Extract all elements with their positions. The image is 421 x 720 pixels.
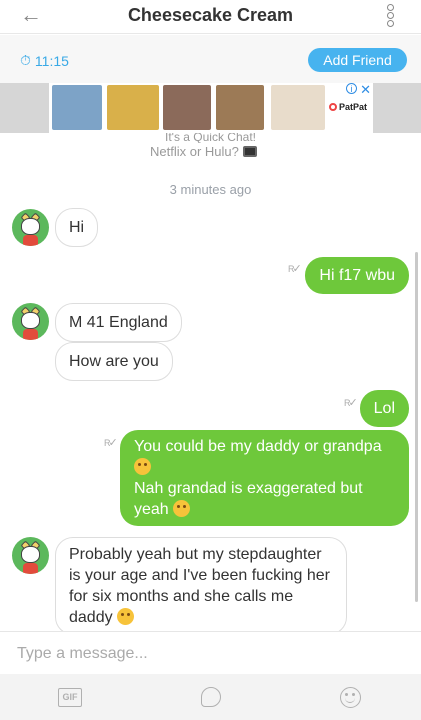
message-text: Nah grandad is exaggerated but yeah	[134, 480, 363, 518]
message-bubble-incoming: How are you	[55, 342, 173, 381]
vertical-more-icon[interactable]	[387, 4, 395, 27]
intro-question: Netflix or Hulu?	[150, 144, 257, 159]
timer-text: 11:15	[34, 52, 69, 69]
read-receipt-icon: R	[344, 396, 358, 409]
message-input[interactable]	[17, 643, 397, 665]
laughing-emoji	[173, 500, 191, 517]
ad-product-image	[271, 85, 325, 130]
read-receipt-icon: R	[104, 436, 118, 449]
message-bubble-incoming: M 41 England	[55, 303, 182, 342]
sticker-icon[interactable]	[201, 687, 221, 707]
timer-bar: ⏱ 11:15 Add Friend	[0, 35, 421, 83]
winking-emoji	[117, 608, 135, 625]
ad-product-image	[52, 85, 102, 130]
avatar[interactable]	[12, 537, 49, 574]
read-receipt-icon: R	[288, 262, 302, 275]
intro-line: It's a Quick Chat!	[165, 133, 256, 143]
message-text: You could be my daddy or grandpa	[134, 438, 382, 455]
message-composer	[0, 631, 421, 674]
chat-header: ← Cheesecake Cream	[0, 0, 421, 34]
add-friend-button[interactable]: Add Friend	[308, 48, 407, 72]
ad-brand: PatPat	[329, 102, 367, 112]
ad-banner[interactable]: PatPat i ✕	[0, 82, 421, 133]
message-text: Probably yeah but my stepdaughter is you…	[69, 546, 330, 626]
message-bubble-outgoing: Lol	[359, 390, 409, 427]
close-icon[interactable]: ✕	[360, 82, 371, 98]
tv-icon	[242, 146, 257, 157]
message-bubble-outgoing: Hi f17 wbu	[305, 257, 409, 294]
ad-product-image	[216, 85, 264, 130]
timestamp: 3 minutes ago	[169, 182, 252, 197]
stopwatch-icon: ⏱	[20, 52, 31, 68]
chat-timer: ⏱ 11:15	[20, 52, 69, 69]
info-icon[interactable]: i	[346, 83, 357, 94]
message-bubble-incoming: Hi	[55, 208, 99, 247]
gif-button[interactable]: GIF	[58, 688, 82, 707]
scrollbar[interactable]	[415, 252, 418, 602]
ad-product-image	[163, 85, 211, 130]
patpat-logo-icon	[329, 103, 337, 111]
ad-content[interactable]: PatPat i ✕	[49, 82, 373, 133]
message-bubble-outgoing: You could be my daddy or grandpa Nah gra…	[120, 430, 409, 526]
avatar[interactable]	[12, 303, 49, 340]
avatar[interactable]	[12, 209, 49, 246]
chat-title: Cheesecake Cream	[127, 5, 294, 25]
emoji-icon[interactable]	[340, 687, 361, 708]
ad-product-image	[107, 85, 159, 130]
message-bubble-incoming: Probably yeah but my stepdaughter is you…	[55, 537, 347, 635]
input-toolbar: GIF	[0, 674, 421, 720]
winking-tongue-emoji	[134, 458, 151, 475]
